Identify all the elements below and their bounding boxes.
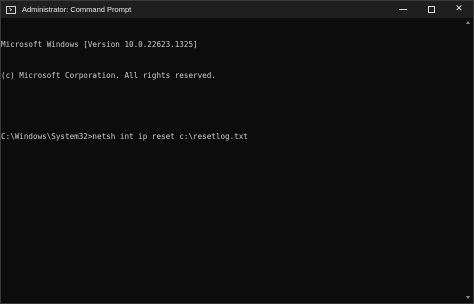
scroll-up-arrow-icon[interactable] — [466, 21, 470, 24]
close-button[interactable]: ✕ — [445, 1, 473, 18]
maximize-icon — [427, 6, 435, 13]
minimize-button[interactable] — [389, 1, 417, 18]
window-controls: ✕ — [389, 1, 473, 18]
scroll-down-arrow-icon[interactable] — [466, 296, 470, 299]
title-bar[interactable]: Administrator: Command Prompt ✕ — [1, 1, 473, 18]
console-line: C:\Windows\System32>netsh int ip reset c… — [1, 132, 248, 142]
terminal-icon — [6, 5, 16, 14]
console-line: Microsoft Windows [Version 10.0.22623.13… — [1, 40, 198, 50]
vertical-scrollbar[interactable] — [463, 18, 473, 303]
close-icon: ✕ — [455, 4, 463, 14]
maximize-button[interactable] — [417, 1, 445, 18]
console-line: (c) Microsoft Corporation. All rights re… — [1, 71, 216, 80]
minimize-icon — [399, 9, 407, 10]
console-output[interactable]: Microsoft Windows [Version 10.0.22623.13… — [1, 18, 463, 303]
command-prompt-window: Administrator: Command Prompt ✕ Microsof… — [0, 0, 474, 304]
window-title: Administrator: Command Prompt — [22, 5, 132, 14]
